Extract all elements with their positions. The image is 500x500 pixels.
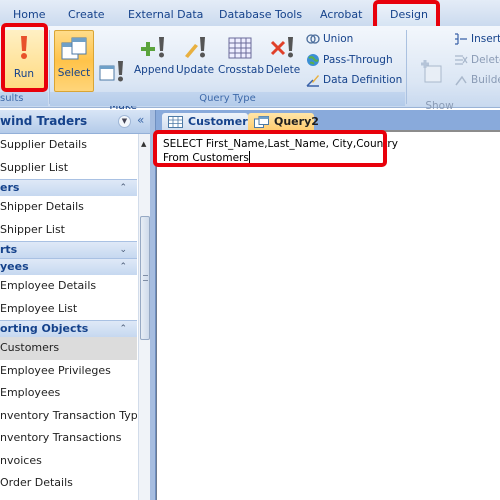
append-icon: [141, 37, 164, 58]
doc-tab-customers-label: Customers: [188, 115, 255, 128]
nav-group-header[interactable]: yees ⌃: [0, 258, 137, 275]
builder-icon: [455, 75, 467, 86]
union-button[interactable]: Union: [306, 32, 353, 46]
navigation-pane: wind Traders ▼ « Supplier Details Supplie…: [0, 110, 150, 500]
shutter-bar-collapse-icon[interactable]: «: [137, 113, 144, 127]
nav-group-label: rts: [0, 243, 18, 256]
nav-menu-dropdown-icon[interactable]: ▼: [118, 115, 131, 128]
query-icon: [254, 116, 269, 128]
nav-item[interactable]: Employee List: [0, 298, 137, 321]
nav-group-header[interactable]: orting Objects ⌃: [0, 320, 137, 337]
union-label: Union: [323, 33, 354, 45]
nav-item[interactable]: Employees: [0, 382, 137, 405]
nav-group-label: orting Objects: [0, 322, 89, 335]
nav-item[interactable]: Shipper Details: [0, 196, 137, 219]
builder-label: Builder: [471, 74, 500, 86]
nav-group-label: ers: [0, 181, 20, 194]
nav-item[interactable]: Employee Privileges: [0, 360, 137, 383]
delete-rows-button[interactable]: Delete: [454, 53, 500, 67]
append-button[interactable]: Append: [134, 30, 174, 76]
append-label: Append: [134, 64, 175, 76]
run-button-highlight: [1, 23, 48, 92]
query-type-group: Select Make Table Append Update Crosstab: [50, 28, 405, 124]
make-table-icon: [99, 61, 123, 82]
update-button[interactable]: Update: [176, 30, 214, 76]
delete-icon: [270, 37, 293, 58]
document-tab-bar: Customers Query2: [156, 110, 500, 132]
nav-group-header[interactable]: rts ⌄: [0, 241, 137, 258]
results-group-label: sults: [0, 92, 48, 106]
globe-icon: [307, 54, 319, 66]
nav-item[interactable]: nvoices: [0, 450, 137, 473]
nav-group-label: yees: [0, 260, 29, 273]
chevron-up-icon[interactable]: ⌃: [119, 259, 127, 275]
data-definition-label: Data Definition: [323, 74, 403, 86]
nav-pane-title: wind Traders: [0, 114, 88, 128]
insert-rows-label: Insert: [471, 33, 500, 45]
nav-item[interactable]: Order Details: [0, 472, 137, 495]
tab-external-data[interactable]: External Data: [128, 8, 203, 21]
sql-editor[interactable]: SELECT First_Name,Last_Name, City,Countr…: [156, 134, 500, 500]
doc-tab-query2-label: Query2: [274, 115, 319, 128]
scroll-thumb[interactable]: [140, 216, 150, 340]
thumb-grip-icon: [143, 275, 148, 281]
nav-item[interactable]: Supplier Details: [0, 134, 137, 157]
group-separator: [406, 30, 407, 104]
nav-pane-header: wind Traders ▼ «: [0, 110, 150, 134]
query-type-group-label: Query Type: [50, 92, 405, 106]
delete-rows-label: Delete: [471, 54, 500, 66]
show-table-icon: [421, 60, 442, 83]
tab-create[interactable]: Create: [68, 8, 105, 21]
crosstab-icon: [228, 37, 252, 59]
insert-rows-icon: [455, 33, 467, 45]
delete-rows-icon: [455, 55, 468, 65]
crosstab-button[interactable]: Crosstab: [218, 30, 264, 76]
chevron-up-icon[interactable]: ⌃: [119, 180, 127, 196]
builder-button[interactable]: Builder: [454, 73, 500, 87]
crosstab-label: Crosstab: [218, 64, 264, 76]
nav-scrollbar[interactable]: ▲: [138, 134, 150, 500]
union-icon: [306, 34, 320, 44]
pass-through-label: Pass-Through: [323, 54, 393, 66]
nav-item[interactable]: nventory Transactions: [0, 427, 137, 450]
table-icon: [168, 116, 183, 128]
sql-highlight: [153, 130, 387, 167]
select-label: Select: [57, 67, 91, 79]
delete-query-button[interactable]: Delete: [264, 30, 302, 76]
nav-item[interactable]: Shipper List: [0, 219, 137, 242]
pass-through-button[interactable]: Pass-Through: [306, 53, 393, 67]
query-setup-group: Show Table Insert Delete Builder: [408, 28, 500, 124]
select-button[interactable]: Select: [54, 30, 94, 92]
update-label: Update: [176, 64, 215, 76]
nav-item[interactable]: Employee Details: [0, 275, 137, 298]
nav-item[interactable]: Supplier List: [0, 157, 137, 180]
nav-group-header[interactable]: ers ⌃: [0, 179, 137, 196]
nav-item[interactable]: Customers: [0, 337, 137, 360]
tab-home[interactable]: Home: [13, 8, 45, 21]
select-query-icon: [61, 37, 87, 60]
data-definition-icon: [306, 75, 319, 87]
nav-object-list: Supplier Details Supplier List ers ⌃ Shipper…: [0, 134, 137, 495]
scroll-up-arrow-icon[interactable]: ▲: [141, 140, 146, 148]
chevron-up-icon[interactable]: ⌃: [119, 321, 127, 337]
chevron-down-icon[interactable]: ⌄: [119, 242, 127, 258]
update-icon: [185, 37, 205, 58]
insert-rows-button[interactable]: Insert: [454, 32, 500, 46]
data-definition-button[interactable]: Data Definition: [306, 73, 402, 87]
nav-item[interactable]: nventory Transaction Types: [0, 405, 137, 428]
tab-acrobat[interactable]: Acrobat: [320, 8, 362, 21]
tab-database-tools[interactable]: Database Tools: [219, 8, 302, 21]
delete-query-label: Delete: [265, 64, 301, 76]
